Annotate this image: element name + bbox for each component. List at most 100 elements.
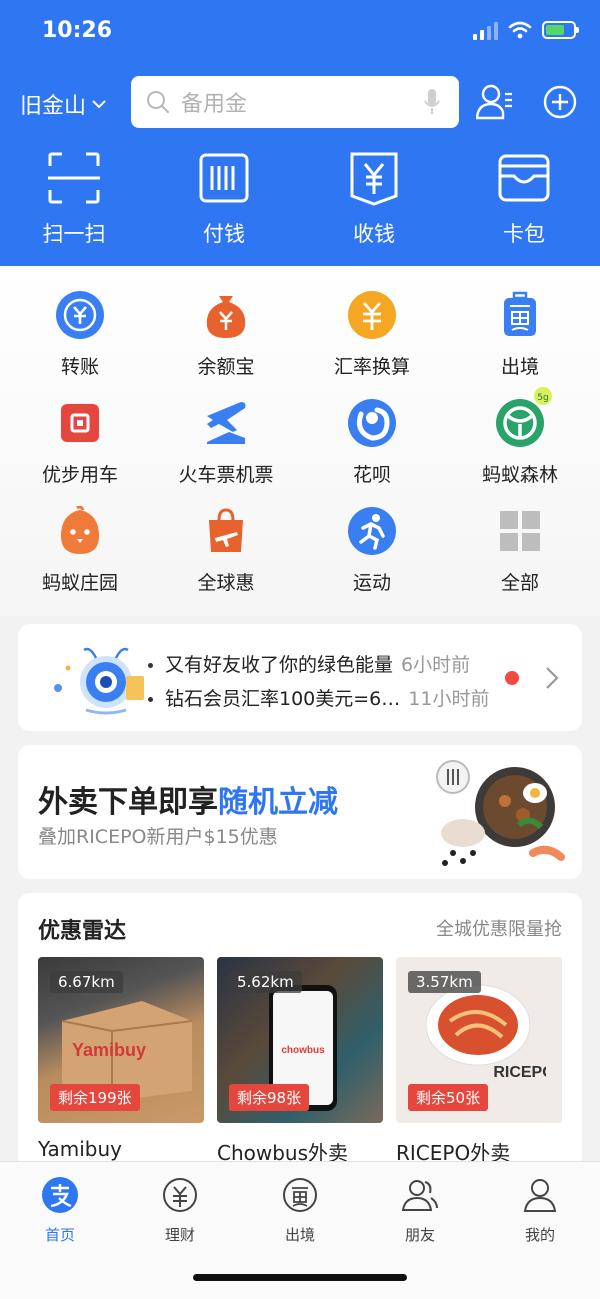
home-indicator: [193, 1274, 407, 1281]
tab-label: 出境: [284, 1226, 315, 1244]
search-input[interactable]: 备用金: [131, 76, 459, 128]
food-illustration-icon: [436, 760, 565, 866]
city-selector[interactable]: 旧金山: [20, 88, 106, 120]
scan-icon: [48, 152, 100, 204]
grid-item-travel[interactable]: 出境: [445, 290, 595, 379]
unread-dot: [505, 671, 519, 685]
grid-label: 火车票机票: [178, 464, 274, 486]
grid-item-sport[interactable]: 运动: [297, 506, 447, 595]
status-bar: 10:26: [0, 0, 600, 64]
signal-icon: [473, 20, 498, 40]
chevron-down-icon: [92, 100, 106, 109]
deal-thumbnail: Yamibuy 6.67km 剩余199张: [38, 957, 204, 1123]
battery-icon: [542, 21, 579, 39]
tab-friends[interactable]: 朋友: [360, 1176, 480, 1245]
deal-distance: 3.57km: [408, 971, 481, 993]
tab-profile[interactable]: 我的: [480, 1176, 600, 1245]
ricepo-logo-text: RICEPO: [493, 1064, 546, 1081]
chevron-right-icon[interactable]: [545, 666, 559, 690]
notice-time: 11小时前: [408, 688, 490, 710]
profile-icon: [523, 1179, 557, 1212]
friends-icon: [401, 1180, 438, 1211]
grid-label: 花呗: [352, 464, 391, 486]
tab-label: 朋友: [404, 1226, 435, 1244]
tab-finance[interactable]: 理财: [120, 1176, 240, 1245]
ant-farm-icon: [61, 505, 99, 554]
promo-card[interactable]: 外卖下单即享随机立减 叠加RICEPO新用户$15优惠: [18, 745, 582, 879]
grid-item-transfer[interactable]: 转账: [5, 290, 155, 379]
travel-abroad-icon: [283, 1178, 317, 1212]
add-icon[interactable]: [542, 84, 578, 120]
notice-card[interactable]: 又有好友收了你的绿色能量 6小时前 钻石会员汇率100美元=6… 11小时前: [18, 624, 582, 731]
notice-text: 又有好友收了你的绿色能量: [165, 654, 394, 676]
grid-item-global-deals[interactable]: 全球惠: [151, 506, 301, 595]
sport-icon: [348, 507, 396, 555]
deal-distance: 5.62km: [229, 971, 302, 993]
promo-title-highlight: 随机立减: [218, 785, 338, 820]
tab-travel-abroad[interactable]: 出境: [240, 1176, 360, 1245]
receive-button[interactable]: 收钱: [314, 150, 434, 248]
radar-title: 优惠雷达: [38, 919, 127, 944]
tab-home[interactable]: 首页: [0, 1176, 120, 1245]
grid-item-huabei[interactable]: 花呗: [297, 398, 447, 487]
bullet-dot: [148, 697, 153, 702]
grid-label: 蚂蚁森林: [481, 464, 558, 486]
card-wallet-label: 卡包: [503, 222, 545, 246]
energy-badge-text: 5g: [537, 393, 548, 403]
radar-more-link[interactable]: 全城优惠限量抢: [436, 915, 562, 941]
exchange-rate-icon: [348, 291, 396, 339]
uber-icon: [61, 404, 99, 442]
grid-item-exchange-rate[interactable]: 汇率换算: [297, 290, 447, 379]
notice-time: 6小时前: [401, 654, 471, 676]
train-plane-icon: [207, 402, 246, 444]
deal-card-chowbus[interactable]: chowbus 5.62km 剩余98张 Chowbus外卖: [217, 957, 383, 1166]
notice-item[interactable]: 钻石会员汇率100美元=6… 11小时前: [148, 684, 489, 711]
grid-item-all[interactable]: 全部: [445, 506, 595, 595]
grid-label: 优步用车: [41, 464, 118, 486]
grid-label: 全部: [500, 572, 539, 594]
finance-icon: [163, 1178, 197, 1212]
travel-icon: [504, 291, 536, 336]
status-icons: [473, 20, 579, 40]
notice-text: 钻石会员汇率100美元=6…: [165, 688, 401, 710]
global-deals-icon: [209, 508, 243, 552]
scan-button[interactable]: 扫一扫: [14, 150, 134, 248]
deal-thumbnail: chowbus 5.62km 剩余98张: [217, 957, 383, 1123]
yuebao-icon: [206, 296, 246, 338]
deal-distance: 6.67km: [50, 971, 123, 993]
grid-item-ant-forest[interactable]: 5g 蚂蚁森林: [445, 387, 595, 487]
pay-barcode-icon: [199, 153, 249, 203]
tab-label: 首页: [44, 1226, 75, 1244]
microphone-icon[interactable]: [423, 88, 441, 116]
grid-label: 余额宝: [197, 356, 255, 378]
bullet-dot: [148, 663, 153, 668]
wifi-icon: [508, 21, 532, 39]
pay-label: 付钱: [203, 222, 245, 246]
grid-item-uber[interactable]: 优步用车: [5, 398, 155, 487]
pay-button[interactable]: 付钱: [164, 150, 284, 248]
deal-name: Yamibuy: [38, 1137, 122, 1161]
card-wallet-icon: [498, 154, 550, 202]
notice-item[interactable]: 又有好友收了你的绿色能量 6小时前: [148, 650, 470, 677]
promo-title: 外卖下单即享随机立减: [38, 777, 338, 821]
promo-subtitle: 叠加RICEPO新用户$15优惠: [38, 826, 278, 848]
contacts-icon[interactable]: [476, 84, 514, 120]
grid-label: 全球惠: [197, 572, 255, 594]
transfer-icon: [56, 291, 104, 339]
search-placeholder: 备用金: [181, 92, 248, 117]
deal-card-ricepo[interactable]: RICEPO 3.57km 剩余50张 RICEPO外卖: [396, 957, 562, 1166]
tab-label: 理财: [164, 1226, 195, 1244]
top-bar: 旧金山 备用金: [0, 76, 600, 128]
deal-card-yamibuy[interactable]: Yamibuy 6.67km 剩余199张 Yamibuy: [38, 957, 204, 1161]
promo-title-main: 外卖下单即享: [38, 785, 218, 820]
header: 10:26 旧金山 备用金 扫一扫 付钱 收钱 卡包: [0, 0, 600, 266]
ant-mascot-icon: [54, 647, 144, 715]
grid-item-train-plane[interactable]: 火车票机票: [151, 398, 301, 487]
card-wallet-button[interactable]: 卡包: [464, 150, 584, 248]
grid-item-yuebao[interactable]: 余额宝: [151, 290, 301, 379]
receive-label: 收钱: [353, 222, 395, 246]
noodle-bowl-image: RICEPO: [425, 984, 546, 1081]
energy-badge-icon: 5g: [534, 387, 552, 405]
grid-item-ant-farm[interactable]: 蚂蚁庄园: [5, 505, 155, 595]
deal-remaining-badge: 剩余50张: [408, 1084, 489, 1111]
